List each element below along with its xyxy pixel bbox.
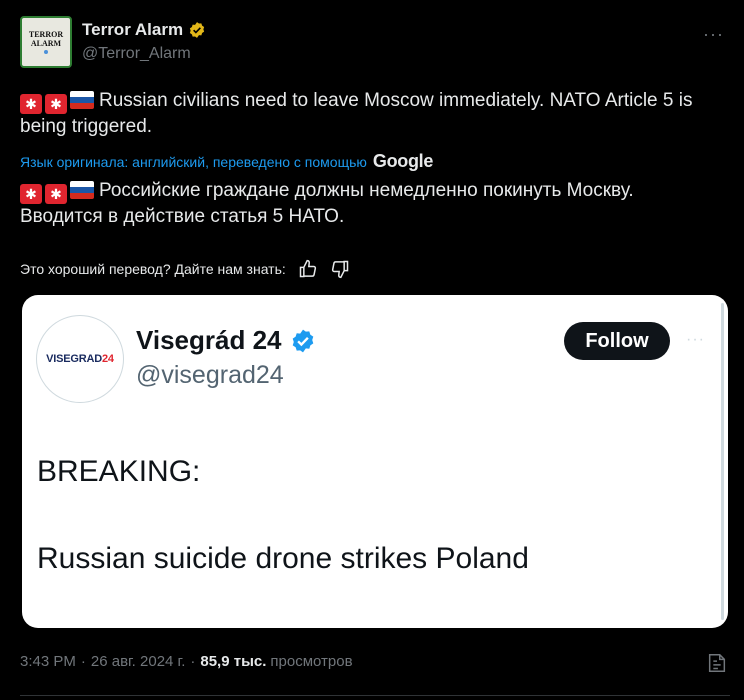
card-more-icon: ··· <box>686 331 705 348</box>
post-analytics-icon[interactable] <box>706 652 728 674</box>
more-options-icon[interactable]: ··· <box>703 24 724 45</box>
post-meta: 3:43 PM · 26 авг. 2024 г. · 85,9 тыс. пр… <box>20 653 353 670</box>
translation-note-text[interactable]: Язык оригинала: английский, переведено с… <box>20 154 367 170</box>
avatar-dot <box>44 50 48 54</box>
author-avatar[interactable]: TERROR ALARM <box>20 16 72 68</box>
siren-emoji-icon: ✱ <box>20 94 42 114</box>
siren-emoji-icon: ✱ <box>45 94 67 114</box>
author-handle[interactable]: @Terror_Alarm <box>82 45 191 63</box>
views-count: 85,9 тыс. <box>200 653 267 670</box>
russia-flag-icon <box>70 91 94 109</box>
thumbs-down-icon[interactable] <box>330 259 350 279</box>
post-time[interactable]: 3:43 PM <box>20 653 76 670</box>
meta-separator: · <box>80 653 86 670</box>
visegrad-handle: @visegrad24 <box>136 361 284 389</box>
card-scrollbar[interactable] <box>721 303 724 620</box>
visegrad-display-name: Visegrád 24 <box>136 325 282 355</box>
google-logo: Google <box>372 151 434 171</box>
russia-flag-icon <box>70 181 94 199</box>
breaking-label: BREAKING: <box>37 455 201 488</box>
follow-button: Follow <box>564 322 670 360</box>
visegrad-name-row: Visegrád 24 <box>136 325 316 356</box>
meta-separator: · <box>190 653 196 670</box>
views-label: просмотров <box>270 653 353 670</box>
avatar-text-line1: TERROR <box>28 30 64 39</box>
avatar-text-line2: ALARM <box>30 39 62 48</box>
headline-text: Russian suicide drone strikes Poland <box>37 542 529 575</box>
post-original-content: Russian civilians need to leave Moscow i… <box>20 90 693 137</box>
thumbs-up-icon[interactable] <box>298 259 318 279</box>
visegrad-avatar[interactable]: VISEGRAD24 <box>36 315 124 403</box>
verified-blue-icon <box>292 329 313 352</box>
bottom-divider <box>20 695 730 696</box>
siren-emoji-icon: ✱ <box>20 184 42 204</box>
feedback-prompt: Это хороший перевод? Дайте нам знать: <box>20 261 286 277</box>
post-translated-text: ✱ ✱ Российские граждане должны немедленно … <box>20 178 720 230</box>
author-name-row: Terror Alarm <box>82 20 206 40</box>
post-translated-content: Российские граждане должны немедленно по… <box>20 180 634 227</box>
author-display-name[interactable]: Terror Alarm <box>82 20 183 40</box>
post-original-text: ✱ ✱ Russian civilians need to leave Moscow… <box>20 88 720 140</box>
post-date[interactable]: 26 авг. 2024 г. <box>91 653 185 670</box>
quoted-media-card[interactable]: VISEGRAD24 Visegrád 24 @visegrad24 Follo… <box>22 295 728 628</box>
post-header: TERROR ALARM Terror Alarm @Terror_Alarm … <box>20 16 730 70</box>
siren-emoji-icon: ✱ <box>45 184 67 204</box>
visegrad-logo: VISEGRAD24 <box>46 353 114 365</box>
verified-gold-icon <box>189 22 205 38</box>
translation-note: Язык оригинала: английский, переведено с… <box>20 151 433 172</box>
translation-feedback: Это хороший перевод? Дайте нам знать: <box>20 259 350 279</box>
